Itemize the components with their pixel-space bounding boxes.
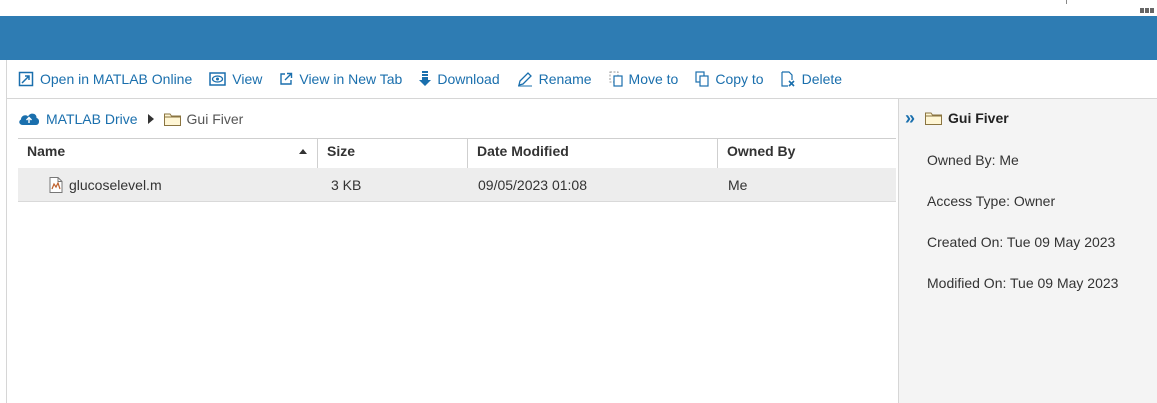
pencil-icon	[517, 72, 532, 87]
file-name: glucoselevel.m	[69, 176, 162, 193]
collapse-panel-icon[interactable]: »	[905, 109, 915, 127]
details-access-type: Access Type: Owner	[927, 193, 1056, 209]
delete-label: Delete	[801, 71, 843, 87]
details-header: » Gui Fiver	[905, 109, 1009, 127]
breadcrumb: MATLAB Drive Gui Fiver	[18, 108, 243, 130]
breadcrumb-matlab-drive[interactable]: MATLAB Drive	[18, 111, 138, 127]
eye-icon	[209, 72, 227, 86]
column-header-label: Date Modified	[477, 143, 569, 159]
download-button[interactable]: Download	[419, 71, 500, 87]
breadcrumb-current: Gui Fiver	[163, 111, 244, 127]
external-link-icon	[280, 72, 293, 85]
view-label: View	[232, 71, 263, 87]
download-label: Download	[437, 71, 500, 87]
sort-ascending-icon	[299, 149, 307, 154]
file-size: 3 KB	[331, 176, 362, 193]
view-in-new-tab-label: View in New Tab	[299, 71, 403, 87]
move-to-button[interactable]: Move to	[609, 71, 679, 87]
copy-icon	[695, 71, 709, 87]
rename-button[interactable]: Rename	[517, 71, 592, 87]
download-icon	[419, 71, 432, 86]
breadcrumb-separator-icon	[147, 114, 154, 124]
column-header-size[interactable]: Size	[318, 139, 468, 168]
copy-to-button[interactable]: Copy to	[695, 71, 764, 87]
details-created-on: Created On: Tue 09 May 2023	[927, 234, 1116, 250]
table-row[interactable]: glucoselevel.m 3 KB 09/05/2023 01:08 Me	[18, 168, 896, 202]
open-in-matlab-online-button[interactable]: Open in MATLAB Online	[18, 71, 192, 87]
file-date-modified: 09/05/2023 01:08	[478, 176, 587, 193]
delete-button[interactable]: Delete	[780, 71, 843, 87]
breadcrumb-current-label: Gui Fiver	[186, 111, 244, 127]
file-owner: Me	[728, 176, 748, 193]
rename-label: Rename	[538, 71, 592, 87]
table-header: Name Size Date Modified Owned By	[18, 138, 896, 169]
details-panel: » Gui Fiver Owned By: Me Access Type: Ow…	[898, 99, 1157, 403]
divider	[1066, 0, 1067, 4]
breadcrumb-root-label: MATLAB Drive	[46, 111, 138, 127]
divider	[6, 60, 7, 403]
column-header-date-modified[interactable]: Date Modified	[468, 139, 718, 168]
column-header-label: Owned By	[727, 143, 796, 159]
column-header-label: Name	[27, 143, 66, 159]
header-banner	[0, 16, 1157, 60]
column-header-label: Size	[327, 143, 356, 159]
top-strip	[0, 0, 1157, 16]
apps-grid-icon[interactable]	[1139, 0, 1157, 13]
open-online-icon	[18, 71, 34, 87]
details-owned-by: Owned By: Me	[927, 152, 1019, 168]
move-to-label: Move to	[628, 71, 679, 87]
folder-icon	[163, 113, 181, 126]
view-in-new-tab-button[interactable]: View in New Tab	[279, 71, 402, 87]
details-title: Gui Fiver	[948, 110, 1009, 126]
toolbar: Open in MATLAB Online View View in New T…	[18, 60, 859, 98]
column-header-owned-by[interactable]: Owned By	[718, 139, 896, 168]
view-button[interactable]: View	[209, 71, 262, 87]
open-in-matlab-online-label: Open in MATLAB Online	[40, 71, 193, 87]
details-modified-on: Modified On: Tue 09 May 2023	[927, 275, 1119, 291]
column-header-name[interactable]: Name	[18, 139, 318, 168]
matlab-file-icon	[49, 176, 63, 193]
delete-file-icon	[780, 71, 795, 87]
copy-to-label: Copy to	[715, 71, 764, 87]
folder-icon	[925, 112, 943, 125]
file-name-cell: glucoselevel.m	[18, 176, 318, 193]
cloud-icon	[19, 113, 40, 125]
move-icon	[609, 71, 623, 87]
